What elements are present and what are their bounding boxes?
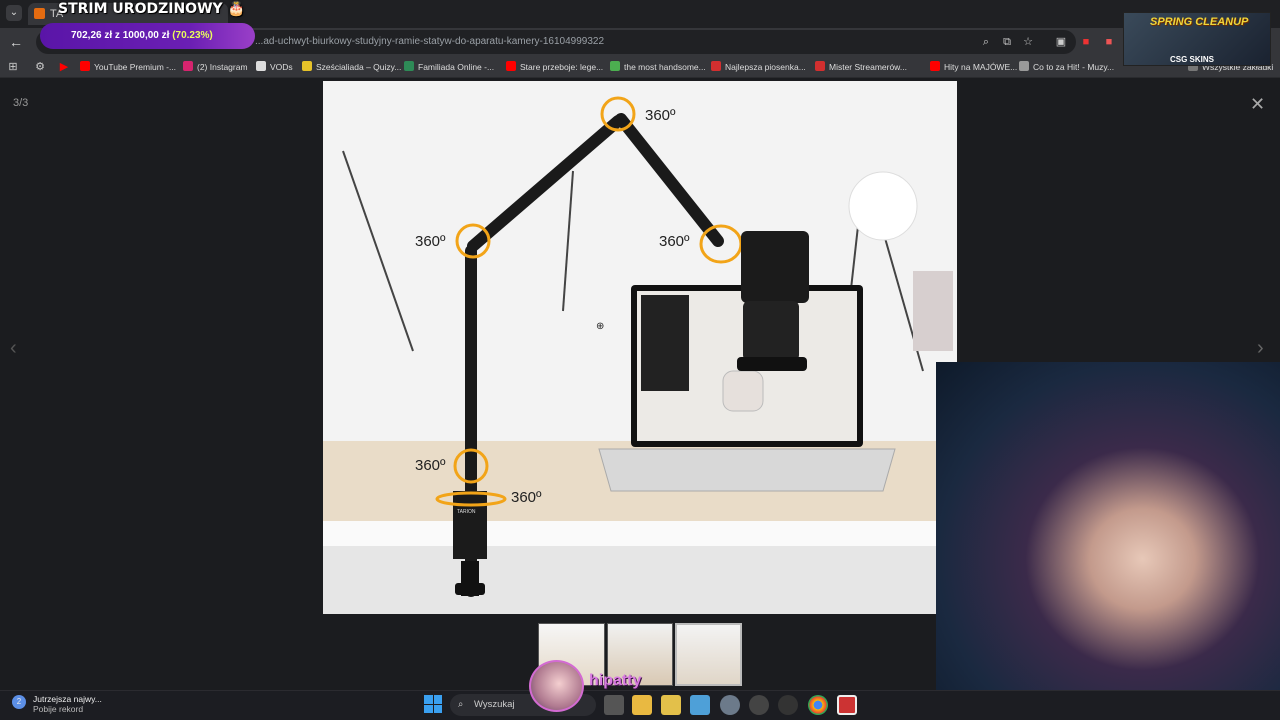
streamer-handle: hipatty — [589, 672, 642, 689]
url-text[interactable]: ...ad-uchwyt-biurkowy-studyjny-ramie-sta… — [255, 36, 604, 47]
bookmark-label: Hity na MAJÓWE... — [944, 62, 1018, 72]
app-icon-2[interactable] — [749, 695, 769, 715]
thumbnail-3-selected[interactable] — [675, 623, 742, 686]
bookmark-favicon-icon — [506, 61, 516, 71]
next-image-icon[interactable]: › — [1257, 337, 1264, 360]
streamer-avatar — [529, 660, 584, 712]
task-view-icon[interactable] — [604, 695, 624, 715]
search-icon: ⌕ — [458, 699, 464, 710]
zoom-icon[interactable]: ⌕ — [978, 34, 994, 50]
close-icon[interactable]: ✕ — [1250, 94, 1265, 115]
bookmark-settings-icon[interactable]: ⚙ — [32, 59, 48, 75]
bookmark-favicon-icon — [302, 61, 312, 71]
product-image[interactable]: 360º 360º 360º 360º 360º TARION — [323, 81, 957, 614]
bookmark-item[interactable]: Najlepsza piosenka... — [711, 60, 806, 74]
previous-image-icon[interactable]: ‹ — [10, 337, 17, 360]
notification-title[interactable]: Jutrzejsza najwy... — [33, 694, 102, 704]
extension-search-icon[interactable]: ■ — [1101, 34, 1117, 50]
back-arrow-icon[interactable]: ← — [8, 34, 24, 50]
donation-goal-bar: 702,26 zł z 1000,00 zł (70.23%) — [40, 23, 255, 49]
bookmark-favicon-icon — [80, 61, 90, 71]
bookmark-label: the most handsome... — [624, 62, 706, 72]
bookmark-favicon-icon — [815, 61, 825, 71]
bookmark-favicon-icon — [930, 61, 940, 71]
cake-icon: 🎂 — [227, 1, 245, 17]
bookmark-favicon-icon — [711, 61, 721, 71]
image-counter: 3/3 — [13, 97, 29, 109]
bookmark-label: Co to za Hit! - Muzy... — [1033, 62, 1115, 72]
bookmark-label: YouTube Premium -... — [94, 62, 177, 72]
overlay-title: SPRING CLEANUP — [1150, 16, 1249, 28]
bookmark-label: Mister Streamerów... — [829, 62, 907, 72]
apps-grid-icon[interactable]: ⊞ — [5, 59, 21, 75]
bookmark-item[interactable]: Hity na MAJÓWE... — [930, 60, 1017, 74]
bookmark-favicon-icon — [183, 61, 193, 71]
extension-red-icon[interactable]: ■ — [1078, 34, 1094, 50]
stream-banner-title: STRIM URODZINOWY 🎂 — [58, 1, 245, 17]
rotation-label: 360º — [415, 457, 446, 474]
bookmark-label: Najlepsza piosenka... — [725, 62, 806, 72]
windows-start-icon[interactable] — [424, 695, 442, 713]
product-illustration — [323, 81, 957, 614]
bookmark-item[interactable]: the most handsome... — [610, 60, 706, 74]
bookmark-label: Sześcialiada – Quizy... — [316, 62, 402, 72]
app-icon[interactable] — [690, 695, 710, 715]
tab-list-chevron-icon[interactable]: ⌄ — [6, 5, 22, 21]
bookmark-favicon-icon — [610, 61, 620, 71]
rotation-label: 360º — [645, 107, 676, 124]
bookmark-label: VODs — [270, 62, 293, 72]
chrome-icon[interactable] — [808, 695, 828, 715]
bookmark-item[interactable]: YouTube Premium -... — [80, 60, 176, 74]
install-app-icon[interactable]: ⧉ — [999, 34, 1015, 50]
notification-subtitle: Pobije rekord — [33, 704, 84, 714]
youtube-icon[interactable]: ▶ — [56, 59, 72, 75]
overlay-sponsor: CSG SKINS — [1170, 55, 1215, 64]
file-explorer-icon[interactable] — [632, 695, 652, 715]
brand-label: TARION — [457, 509, 476, 515]
bookmark-favicon-icon — [404, 61, 414, 71]
bookmark-item[interactable]: Familiada Online -... — [404, 60, 494, 74]
bookmark-favicon-icon — [256, 61, 266, 71]
app-icon-4[interactable] — [837, 695, 857, 715]
rotation-label: 360º — [415, 233, 446, 250]
webcam-overlay — [936, 362, 1280, 720]
rotation-label: 360º — [659, 233, 690, 250]
bookmark-favicon-icon — [1019, 61, 1029, 71]
bookmark-item[interactable]: Stare przeboje: lege... — [506, 60, 603, 74]
bookmark-item[interactable]: Co to za Hit! - Muzy... — [1019, 60, 1114, 74]
settings-icon[interactable] — [720, 695, 740, 715]
bookmark-item[interactable]: Mister Streamerów... — [815, 60, 907, 74]
bookmark-label: Familiada Online -... — [418, 62, 495, 72]
notification-icon[interactable]: 2 — [12, 695, 26, 709]
bookmark-star-icon[interactable]: ☆ — [1020, 34, 1036, 50]
rotation-label: 360º — [511, 489, 542, 506]
bookmark-label: Stare przeboje: lege... — [520, 62, 604, 72]
bookmark-item[interactable]: VODs — [256, 60, 293, 74]
bookmark-item[interactable]: Sześcialiada – Quizy... — [302, 60, 401, 74]
app-icon-3[interactable] — [778, 695, 798, 715]
allegro-favicon-icon — [34, 8, 45, 19]
extension-icon[interactable]: ▣ — [1053, 34, 1069, 50]
bookmark-label: (2) Instagram — [197, 62, 248, 72]
bookmark-item[interactable]: (2) Instagram — [183, 60, 248, 74]
zoom-cursor-icon: ⊕ — [596, 321, 605, 332]
store-icon[interactable] — [661, 695, 681, 715]
